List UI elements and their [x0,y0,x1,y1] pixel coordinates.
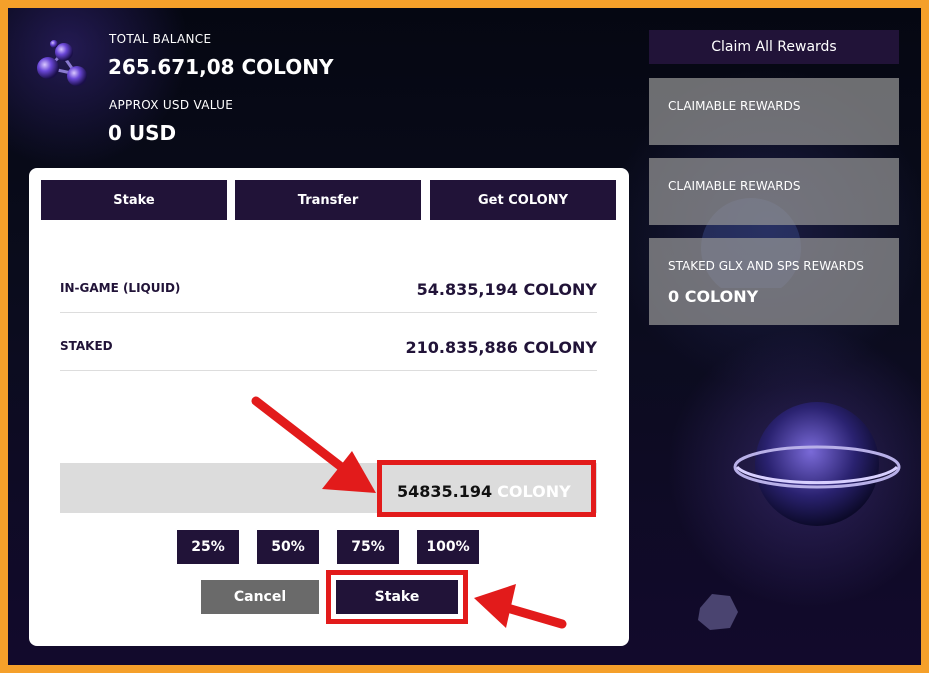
usd-value: 0 USD [108,121,177,145]
reward-card-value: 0 COLONY [668,287,759,306]
in-game-liquid-value: 54.835,194 COLONY [416,280,597,299]
total-balance-label: TOTAL BALANCE [109,32,212,46]
claimable-rewards-card: CLAIMABLE REWARDS [649,78,899,145]
percent-25-button[interactable]: 25% [177,530,239,564]
planet-logo-icon [37,40,87,86]
total-balance-value: 265.671,08 COLONY [108,55,334,79]
cancel-button[interactable]: Cancel [201,580,319,614]
reward-card-label: CLAIMABLE REWARDS [668,179,801,193]
reward-card-label: CLAIMABLE REWARDS [668,99,801,113]
percent-50-button[interactable]: 50% [257,530,319,564]
app-frame: TOTAL BALANCE 265.671,08 COLONY APPROX U… [8,8,921,665]
staked-value: 210.835,886 COLONY [405,338,597,357]
claim-all-rewards-button[interactable]: Claim All Rewards [649,30,899,64]
reward-card-label: STAKED GLX AND SPS REWARDS [668,259,864,273]
in-game-liquid-label: IN-GAME (LIQUID) [60,281,181,295]
tab-stake[interactable]: Stake [41,180,227,220]
tab-get-colony[interactable]: Get COLONY [430,180,616,220]
amount-highlight-box [377,460,596,517]
ringed-planet-icon [733,402,901,526]
usd-value-label: APPROX USD VALUE [109,98,234,112]
percent-75-button[interactable]: 75% [337,530,399,564]
stake-highlight-box [326,570,468,624]
tab-transfer[interactable]: Transfer [235,180,421,220]
asteroid-icon [698,594,738,630]
divider [60,370,597,371]
staked-label: STAKED [60,339,113,353]
arrow-icon [474,584,567,629]
arrow-icon [251,396,376,493]
staked-rewards-card: STAKED GLX AND SPS REWARDS 0 COLONY [649,238,899,325]
divider [60,312,597,313]
claimable-rewards-card: CLAIMABLE REWARDS [649,158,899,225]
percent-100-button[interactable]: 100% [417,530,479,564]
